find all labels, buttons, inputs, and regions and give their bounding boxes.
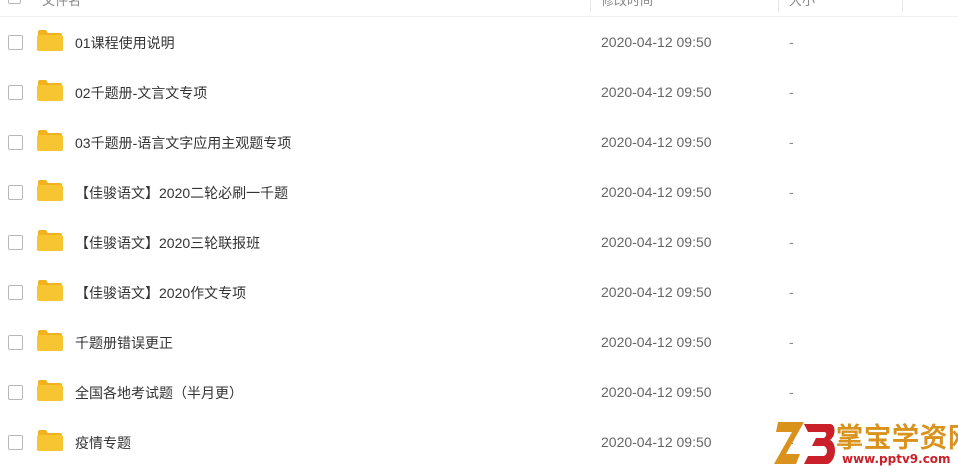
column-header-size[interactable]: 大小 [789,0,815,9]
row-checkbox[interactable] [8,185,23,200]
file-size: - [789,34,794,50]
file-row[interactable]: 千题册错误更正 2020-04-12 09:50 - [0,318,958,368]
folder-icon[interactable] [37,30,63,51]
file-row[interactable]: 01课程使用说明 2020-04-12 09:50 - [0,18,958,68]
folder-icon[interactable] [37,430,63,451]
file-name-link[interactable]: 【佳骏语文】2020二轮必刷一千题 [75,183,288,203]
column-divider[interactable] [778,0,779,12]
file-modified-time: 2020-04-12 09:50 [601,334,712,350]
file-row[interactable]: 02千题册-文言文专项 2020-04-12 09:50 - [0,68,958,118]
file-name-link[interactable]: 千题册错误更正 [75,333,173,353]
folder-icon[interactable] [37,80,63,101]
column-divider[interactable] [590,0,591,12]
file-modified-time: 2020-04-12 09:50 [601,434,712,450]
file-size: - [789,334,794,350]
folder-icon[interactable] [37,280,63,301]
file-modified-time: 2020-04-12 09:50 [601,184,712,200]
file-list-header: 文件名 修改时间 ↓ 大小 [0,0,958,17]
select-all-checkbox[interactable] [8,0,21,4]
watermark-title: 掌宝学资网 [836,423,958,454]
file-size: - [789,234,794,250]
file-name-link[interactable]: 疫情专题 [75,433,131,453]
file-list-page: 文件名 修改时间 ↓ 大小 01课程使用说明2020-04-12 09:50-0… [0,0,958,474]
file-row[interactable]: 【佳骏语文】2020三轮联报班 2020-04-12 09:50 - [0,218,958,268]
watermark: 掌宝学资网 www.pptv9.com [770,414,958,474]
file-row[interactable]: 03千题册-语言文字应用主观题专项 2020-04-12 09:50 - [0,118,958,168]
folder-icon[interactable] [37,130,63,151]
row-checkbox[interactable] [8,335,23,350]
file-row[interactable]: 【佳骏语文】2020二轮必刷一千题 2020-04-12 09:50 - [0,168,958,218]
file-modified-time: 2020-04-12 09:50 [601,234,712,250]
file-modified-time: 2020-04-12 09:50 [601,34,712,50]
row-checkbox[interactable] [8,435,23,450]
watermark-logo-icon [774,422,836,464]
watermark-url: www.pptv9.com [842,452,951,466]
row-checkbox[interactable] [8,85,23,100]
file-modified-time: 2020-04-12 09:50 [601,134,712,150]
file-name-link[interactable]: 01课程使用说明 [75,33,175,53]
file-size: - [789,134,794,150]
file-name-link[interactable]: 全国各地考试题（半月更） [75,383,243,403]
file-name-link[interactable]: 02千题册-文言文专项 [75,83,207,103]
file-name-link[interactable]: 03千题册-语言文字应用主观题专项 [75,133,291,153]
folder-icon[interactable] [37,330,63,351]
file-list: 01课程使用说明 2020-04-12 09:50 - 02千题册-文言文专项 2020… [0,18,958,468]
file-name-link[interactable]: 【佳骏语文】2020作文专项 [75,283,246,303]
row-checkbox[interactable] [8,35,23,50]
file-row[interactable]: 【佳骏语文】2020作文专项 2020-04-12 09:50 - [0,268,958,318]
file-modified-time: 2020-04-12 09:50 [601,84,712,100]
column-divider[interactable] [902,0,903,12]
folder-icon[interactable] [37,180,63,201]
column-header-name[interactable]: 文件名 [42,0,81,9]
file-size: - [789,384,794,400]
row-checkbox[interactable] [8,285,23,300]
folder-icon[interactable] [37,380,63,401]
row-checkbox[interactable] [8,135,23,150]
column-header-modified[interactable]: 修改时间 [601,0,653,9]
file-modified-time: 2020-04-12 09:50 [601,384,712,400]
file-row[interactable]: 全国各地考试题（半月更） 2020-04-12 09:50 - [0,368,958,418]
file-size: - [789,184,794,200]
row-checkbox[interactable] [8,235,23,250]
file-modified-time: 2020-04-12 09:50 [601,284,712,300]
file-size: - [789,84,794,100]
row-checkbox[interactable] [8,385,23,400]
file-size: - [789,284,794,300]
folder-icon[interactable] [37,230,63,251]
file-name-link[interactable]: 【佳骏语文】2020三轮联报班 [75,233,260,253]
